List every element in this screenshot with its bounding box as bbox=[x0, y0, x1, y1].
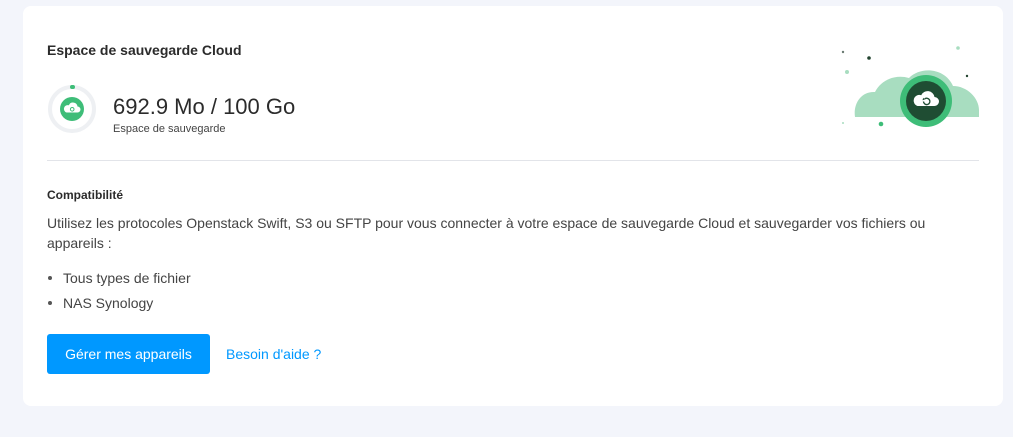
compatibility-list: Tous types de fichier NAS Synology bbox=[47, 268, 191, 318]
compatibility-description: Utilisez les protocoles Openstack Swift,… bbox=[47, 215, 926, 251]
cloud-backup-icon bbox=[60, 97, 84, 121]
usage-label: Espace de sauvegarde bbox=[113, 123, 226, 135]
list-item: Tous types de fichier bbox=[47, 268, 191, 293]
manage-devices-button[interactable]: Gérer mes appareils bbox=[47, 334, 210, 374]
list-item: NAS Synology bbox=[47, 293, 191, 318]
backup-space-card: Espace de sauvegarde Cloud 692.9 Mo / 10… bbox=[23, 6, 1003, 406]
help-link[interactable]: Besoin d'aide ? bbox=[226, 346, 321, 362]
usage-summary: 692.9 Mo / 100 Go Espace de sauvegarde bbox=[47, 84, 447, 138]
card-title: Espace de sauvegarde Cloud bbox=[47, 42, 242, 58]
divider bbox=[47, 160, 979, 161]
usage-ring bbox=[48, 85, 96, 133]
compatibility-title: Compatibilité bbox=[47, 188, 124, 202]
cloud-illustration bbox=[841, 46, 979, 127]
usage-value: 692.9 Mo / 100 Go bbox=[113, 94, 296, 119]
